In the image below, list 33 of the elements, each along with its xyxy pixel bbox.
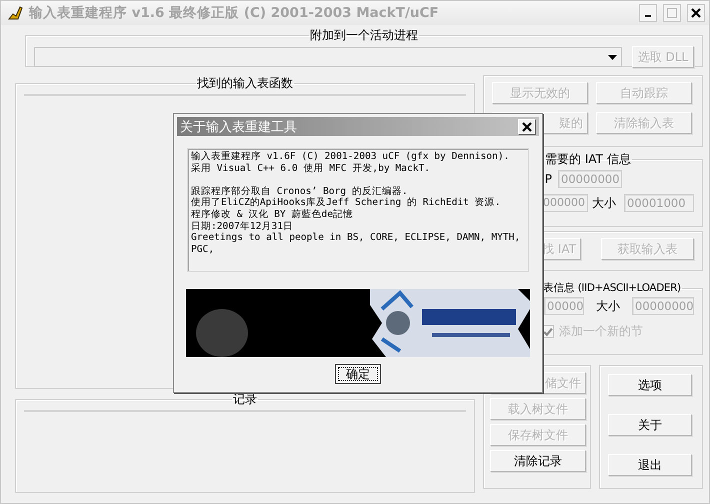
group-title: 需要的 IAT 信息: [544, 151, 632, 168]
app-icon: [7, 5, 23, 21]
group-title: 附加到一个活动进程: [309, 27, 419, 44]
close-button[interactable]: [687, 4, 705, 22]
tree-button[interactable]: 清除记录: [490, 450, 586, 472]
ok-button[interactable]: 确定: [335, 364, 381, 384]
group-title: 表信息 (IID+ASCII+LOADER): [542, 281, 682, 295]
window-title: 输入表重建程序 v1.6 最终修正版 (C) 2001-2003 MackT/uCF: [29, 4, 440, 22]
field-label: P: [544, 172, 552, 186]
about-text-line: 使用了EliCZ的ApiHooks库及Jeff Schering 的 RichEdit 资源.: [191, 197, 502, 209]
menu-button[interactable]: 退出: [608, 454, 692, 476]
text-field[interactable]: 00000: [544, 297, 584, 315]
text-field[interactable]: 00000000: [558, 170, 622, 188]
about-text-line: 程序修改 & 汉化 BY 蔚藍色de記憶: [191, 208, 354, 221]
close-icon: [691, 8, 701, 18]
minimize-button[interactable]: [639, 4, 657, 22]
field-label: 大小: [592, 194, 616, 212]
menu-button[interactable]: 关于: [608, 414, 692, 436]
dropdown-arrow-icon: [608, 54, 617, 60]
menu-button[interactable]: 选项: [608, 374, 692, 396]
text-field[interactable]: 00000000: [632, 297, 694, 315]
checkbox-label: 添加一个新的节: [559, 323, 643, 340]
dialog-title: 关于输入表重建工具: [180, 118, 297, 136]
about-text-line: Greetings to all people in BS, CORE, ECLIPSE, DAMN, MYTH, PGC,: [191, 232, 522, 256]
about-text-line: 输入表重建程序 v1.6F (C) 2001-2003 uCF (gfx by Dennison).: [191, 151, 510, 163]
field-label: 大小: [596, 298, 620, 314]
about-text-line: 跟踪程序部分取自 Cronos’ Borg 的反汇编器.: [191, 186, 409, 197]
about-text-line: 采用 Visual C++ 6.0 使用 MFC 开发,by MackT.: [191, 162, 432, 174]
about-text-line: 日期:2007年12月31日: [191, 220, 294, 232]
group-title: 找到的输入表函数: [196, 75, 294, 92]
text-field[interactable]: 00001000: [624, 194, 694, 212]
close-icon: [522, 122, 532, 132]
maximize-icon: [667, 8, 677, 18]
